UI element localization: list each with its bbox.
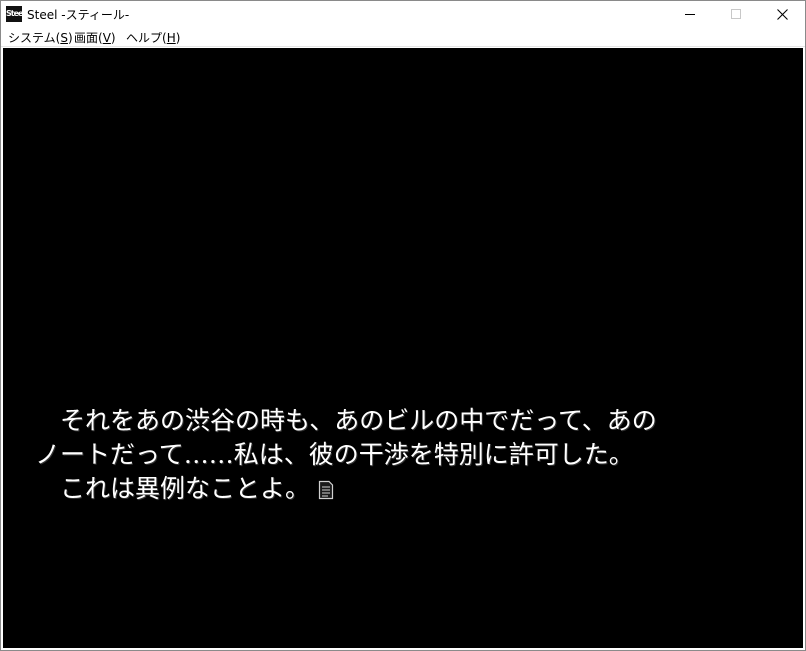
- menu-screen-accel: V: [102, 31, 111, 45]
- page-wait-icon: [318, 475, 334, 509]
- menu-system-accel: S: [60, 31, 68, 45]
- dialogue-line-2: ノートだって……私は、彼の干渉を特別に許可した。: [35, 440, 634, 469]
- menu-screen-suffix: ): [110, 31, 116, 45]
- app-icon[interactable]: Steel: [6, 6, 25, 22]
- title-bar[interactable]: Steel Steel -スティール-: [1, 1, 805, 27]
- dialogue-line-1: それをあの渋谷の時も、あのビルの中でだって、あの: [35, 406, 657, 435]
- minimize-icon: [685, 14, 695, 15]
- menu-help[interactable]: ヘルプ(H): [126, 29, 180, 46]
- menu-screen[interactable]: 画面(V): [74, 29, 116, 46]
- dialogue-line-3: これは異例なことよ。: [35, 474, 311, 503]
- menu-help-accel: H: [166, 31, 176, 45]
- maximize-button[interactable]: [713, 1, 759, 27]
- menu-divider: [1, 46, 805, 47]
- minimize-button[interactable]: [667, 1, 713, 27]
- game-screen[interactable]: それをあの渋谷の時も、あのビルの中でだって、あの ノートだって……私は、彼の干渉…: [3, 48, 803, 648]
- dialogue-line-3-wrap: これは異例なことよ。: [35, 472, 775, 509]
- menu-screen-label: 画面(: [74, 31, 103, 45]
- app-window: Steel Steel -スティール- システム(S) 画面(V) ヘルプ(H)…: [0, 0, 806, 651]
- menu-system-suffix: ): [67, 31, 73, 45]
- menu-system-label: システム(: [8, 31, 61, 45]
- menu-help-label: ヘルプ(: [126, 31, 167, 45]
- dialogue-box[interactable]: それをあの渋谷の時も、あのビルの中でだって、あの ノートだって……私は、彼の干渉…: [35, 404, 775, 509]
- menu-system[interactable]: システム(S): [8, 29, 73, 46]
- close-button[interactable]: [759, 1, 805, 27]
- menu-help-suffix: ): [175, 31, 181, 45]
- close-icon: [776, 8, 788, 20]
- menu-bar: システム(S) 画面(V) ヘルプ(H): [1, 27, 805, 46]
- maximize-icon: [731, 9, 741, 19]
- window-title: Steel -スティール-: [27, 8, 130, 22]
